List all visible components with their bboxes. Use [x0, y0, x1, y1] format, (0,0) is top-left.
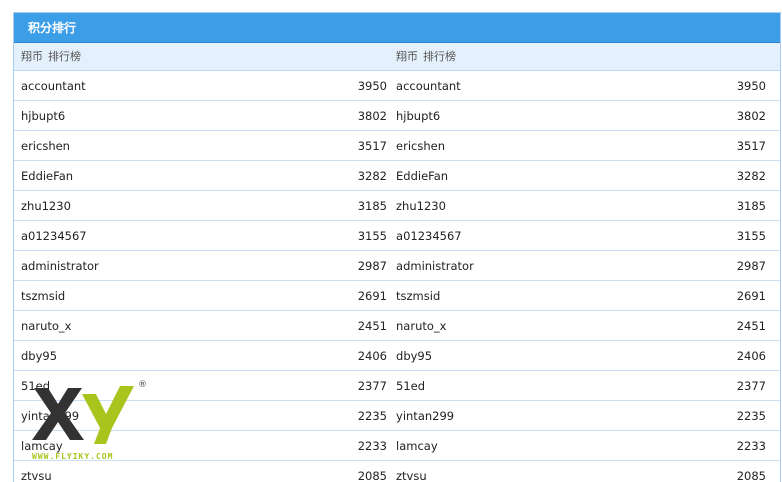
user-name[interactable]: administrator: [21, 259, 329, 273]
user-score: 3282: [720, 169, 780, 183]
user-score: 2233: [720, 439, 780, 453]
leaderboard-label: 排行榜: [423, 50, 456, 63]
ranking-row[interactable]: accountant3950: [14, 71, 389, 101]
user-score: 2377: [329, 379, 389, 393]
user-name[interactable]: naruto_x: [21, 319, 329, 333]
user-name[interactable]: ericshen: [396, 139, 720, 153]
user-score: 3155: [329, 229, 389, 243]
ranking-row[interactable]: tszmsid2691: [389, 281, 780, 311]
user-name[interactable]: administrator: [396, 259, 720, 273]
ranking-row[interactable]: EddieFan3282: [14, 161, 389, 191]
user-name[interactable]: dby95: [21, 349, 329, 363]
ranking-row[interactable]: administrator2987: [14, 251, 389, 281]
ranking-row[interactable]: zhu12303185: [389, 191, 780, 221]
ranking-row[interactable]: dby952406: [389, 341, 780, 371]
user-score: 2085: [720, 469, 780, 482]
ranking-row[interactable]: ericshen3517: [14, 131, 389, 161]
user-name[interactable]: 51ed: [396, 379, 720, 393]
user-score: 3802: [720, 109, 780, 123]
ranking-list: accountant3950hjbupt63802ericshen3517Edd…: [14, 71, 389, 482]
user-name[interactable]: accountant: [396, 79, 720, 93]
column-subheader[interactable]: 翔币排行榜: [14, 43, 389, 71]
user-name[interactable]: ztvsu: [21, 469, 329, 482]
ranking-row[interactable]: 51ed2377: [14, 371, 389, 401]
column-subheader[interactable]: 翔币排行榜: [389, 43, 780, 71]
user-name[interactable]: tszmsid: [396, 289, 720, 303]
ranking-row[interactable]: accountant3950: [389, 71, 780, 101]
user-score: 2691: [720, 289, 780, 303]
user-name[interactable]: ericshen: [21, 139, 329, 153]
user-score: 3282: [329, 169, 389, 183]
ranking-row[interactable]: zhu12303185: [14, 191, 389, 221]
user-name[interactable]: hjbupt6: [396, 109, 720, 123]
user-score: 2987: [720, 259, 780, 273]
ranking-row[interactable]: administrator2987: [389, 251, 780, 281]
ranking-row[interactable]: lamcay2233: [389, 431, 780, 461]
user-score: 3517: [329, 139, 389, 153]
panel-title: 积分排行: [14, 13, 780, 43]
user-score: 3950: [720, 79, 780, 93]
ranking-row[interactable]: a012345673155: [14, 221, 389, 251]
user-name[interactable]: a01234567: [21, 229, 329, 243]
user-name[interactable]: lamcay: [396, 439, 720, 453]
ranking-row[interactable]: yintan2992235: [14, 401, 389, 431]
user-score: 3185: [720, 199, 780, 213]
user-score: 3950: [329, 79, 389, 93]
user-score: 2406: [329, 349, 389, 363]
ranking-row[interactable]: ericshen3517: [389, 131, 780, 161]
user-score: 3517: [720, 139, 780, 153]
ranking-column-right: 翔币排行榜 accountant3950hjbupt63802ericshen3…: [389, 43, 780, 482]
user-score: 2085: [329, 469, 389, 482]
user-score: 2691: [329, 289, 389, 303]
user-score: 2233: [329, 439, 389, 453]
user-score: 2451: [720, 319, 780, 333]
ranking-row[interactable]: lamcay2233: [14, 431, 389, 461]
user-name[interactable]: EddieFan: [396, 169, 720, 183]
ranking-column-left: 翔币排行榜 accountant3950hjbupt63802ericshen3…: [14, 43, 389, 482]
ranking-row[interactable]: yintan2992235: [389, 401, 780, 431]
ranking-row[interactable]: ztvsu2085: [14, 461, 389, 482]
leaderboard-label: 排行榜: [48, 50, 81, 63]
user-score: 3802: [329, 109, 389, 123]
ranking-columns: 翔币排行榜 accountant3950hjbupt63802ericshen3…: [14, 43, 780, 482]
currency-label: 翔币: [21, 50, 43, 63]
ranking-row[interactable]: ztvsu2085: [389, 461, 780, 482]
user-name[interactable]: naruto_x: [396, 319, 720, 333]
currency-label: 翔币: [396, 50, 418, 63]
user-name[interactable]: hjbupt6: [21, 109, 329, 123]
user-name[interactable]: accountant: [21, 79, 329, 93]
user-score: 2451: [329, 319, 389, 333]
user-name[interactable]: lamcay: [21, 439, 329, 453]
ranking-row[interactable]: EddieFan3282: [389, 161, 780, 191]
ranking-row[interactable]: 51ed2377: [389, 371, 780, 401]
user-score: 2406: [720, 349, 780, 363]
user-name[interactable]: zhu1230: [21, 199, 329, 213]
user-name[interactable]: ztvsu: [396, 469, 720, 482]
user-name[interactable]: yintan299: [21, 409, 329, 423]
user-score: 2987: [329, 259, 389, 273]
user-score: 2235: [720, 409, 780, 423]
user-name[interactable]: tszmsid: [21, 289, 329, 303]
user-name[interactable]: a01234567: [396, 229, 720, 243]
ranking-row[interactable]: dby952406: [14, 341, 389, 371]
user-name[interactable]: zhu1230: [396, 199, 720, 213]
ranking-row[interactable]: a012345673155: [389, 221, 780, 251]
ranking-row[interactable]: naruto_x2451: [389, 311, 780, 341]
user-name[interactable]: dby95: [396, 349, 720, 363]
user-score: 2235: [329, 409, 389, 423]
user-score: 2377: [720, 379, 780, 393]
user-name[interactable]: 51ed: [21, 379, 329, 393]
user-name[interactable]: yintan299: [396, 409, 720, 423]
user-score: 3185: [329, 199, 389, 213]
ranking-row[interactable]: naruto_x2451: [14, 311, 389, 341]
ranking-row[interactable]: hjbupt63802: [14, 101, 389, 131]
ranking-row[interactable]: tszmsid2691: [14, 281, 389, 311]
ranking-panel: 积分排行 翔币排行榜 accountant3950hjbupt63802eric…: [13, 12, 781, 482]
user-name[interactable]: EddieFan: [21, 169, 329, 183]
ranking-list: accountant3950hjbupt63802ericshen3517Edd…: [389, 71, 780, 482]
ranking-row[interactable]: hjbupt63802: [389, 101, 780, 131]
user-score: 3155: [720, 229, 780, 243]
